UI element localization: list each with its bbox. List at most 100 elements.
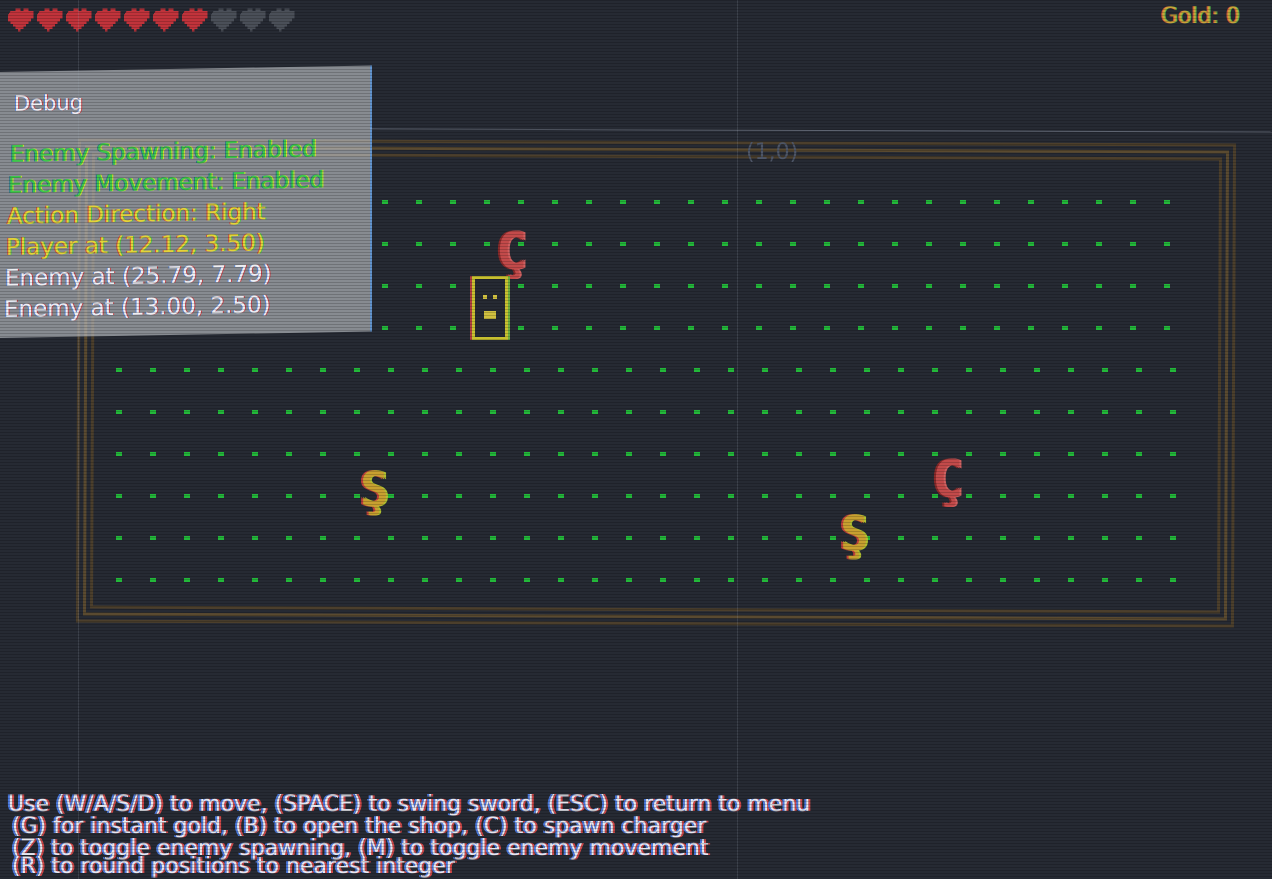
floor-tile (354, 536, 360, 540)
floor-tile (796, 494, 802, 498)
floor-tile (558, 368, 564, 372)
player-eye (493, 295, 497, 299)
floor-tile (728, 494, 734, 498)
floor-tile (252, 368, 258, 372)
floor-tile (932, 578, 938, 582)
floor-tile (892, 242, 898, 246)
floor-tile (218, 368, 224, 372)
floor-tile (1034, 452, 1040, 456)
floor-tile (558, 410, 564, 414)
floor-tile (728, 368, 734, 372)
floor-tile (626, 368, 632, 372)
floor-tile (932, 410, 938, 414)
floor-tile (456, 368, 462, 372)
floor-tile (1096, 284, 1102, 288)
floor-tile (966, 494, 972, 498)
charger-enemy: Ç (932, 450, 964, 510)
floor-tile (422, 452, 428, 456)
floor-tile (116, 452, 122, 456)
floor-tile (926, 326, 932, 330)
floor-tile (388, 368, 394, 372)
floor-tile (252, 410, 258, 414)
floor-tile (858, 242, 864, 246)
floor-tile (286, 368, 292, 372)
floor-tile (1170, 494, 1176, 498)
floor-tile (184, 368, 190, 372)
floor-tile (1164, 242, 1170, 246)
floor-tile (524, 494, 530, 498)
floor-tile (1136, 494, 1142, 498)
floor-tile (320, 410, 326, 414)
floor-tile (966, 578, 972, 582)
floor-tile (694, 536, 700, 540)
floor-tile (1062, 284, 1068, 288)
health-bar (5, 6, 297, 34)
heart-full-icon (150, 6, 181, 34)
floor-tile (422, 410, 428, 414)
floor-tile (490, 494, 496, 498)
floor-tile (416, 242, 422, 246)
floor-tile (586, 242, 592, 246)
floor-tile (1102, 536, 1108, 540)
floor-tile (354, 368, 360, 372)
floor-tile (892, 326, 898, 330)
floor-tile (1130, 284, 1136, 288)
debug-panel: Debug Enemy Spawning: Enabled Enemy Move… (0, 65, 372, 338)
floor-tile (320, 536, 326, 540)
floor-tile (558, 494, 564, 498)
slime-enemy: Ş (840, 506, 869, 562)
floor-tile (1034, 410, 1040, 414)
floor-tile (694, 410, 700, 414)
floor-tile (796, 452, 802, 456)
floor-tile (960, 200, 966, 204)
floor-tile (762, 536, 768, 540)
floor-tile (660, 410, 666, 414)
floor-tile (354, 410, 360, 414)
floor-tile (1000, 578, 1006, 582)
slime-enemy: Ş (360, 462, 389, 518)
floor-tile (150, 452, 156, 456)
floor-tile (830, 368, 836, 372)
floor-tile (150, 410, 156, 414)
floor-tile (620, 284, 626, 288)
floor-tile (654, 200, 660, 204)
floor-tile (932, 368, 938, 372)
floor-tile (252, 452, 258, 456)
player-eye (483, 295, 487, 299)
floor-tile (1164, 326, 1170, 330)
floor-tile (1136, 536, 1142, 540)
floor-tile (864, 578, 870, 582)
floor-tile (116, 410, 122, 414)
floor-tile (382, 284, 388, 288)
floor-tile (1000, 368, 1006, 372)
floor-tile (960, 326, 966, 330)
floor-tile (320, 452, 326, 456)
floor-tile (286, 452, 292, 456)
floor-tile (756, 200, 762, 204)
charger-enemy: Ç (496, 222, 528, 282)
floor-tile (1034, 368, 1040, 372)
floor-tile (450, 242, 456, 246)
floor-tile (864, 494, 870, 498)
floor-tile (218, 536, 224, 540)
floor-tile (524, 536, 530, 540)
debug-player-position: Player at (12.12, 3.50) (6, 230, 265, 261)
floor-tile (524, 452, 530, 456)
floor-tile (824, 242, 830, 246)
floor-tile (660, 368, 666, 372)
floor-tile (586, 284, 592, 288)
floor-tile (756, 242, 762, 246)
floor-tile (388, 452, 394, 456)
floor-tile (626, 536, 632, 540)
floor-tile (490, 452, 496, 456)
floor-tile (898, 452, 904, 456)
floor-tile (1062, 200, 1068, 204)
floor-tile (960, 242, 966, 246)
floor-tile (456, 452, 462, 456)
floor-tile (252, 578, 258, 582)
floor-tile (762, 452, 768, 456)
floor-tile (620, 326, 626, 330)
floor-tile (320, 578, 326, 582)
floor-tile (790, 242, 796, 246)
floor-tile (388, 410, 394, 414)
